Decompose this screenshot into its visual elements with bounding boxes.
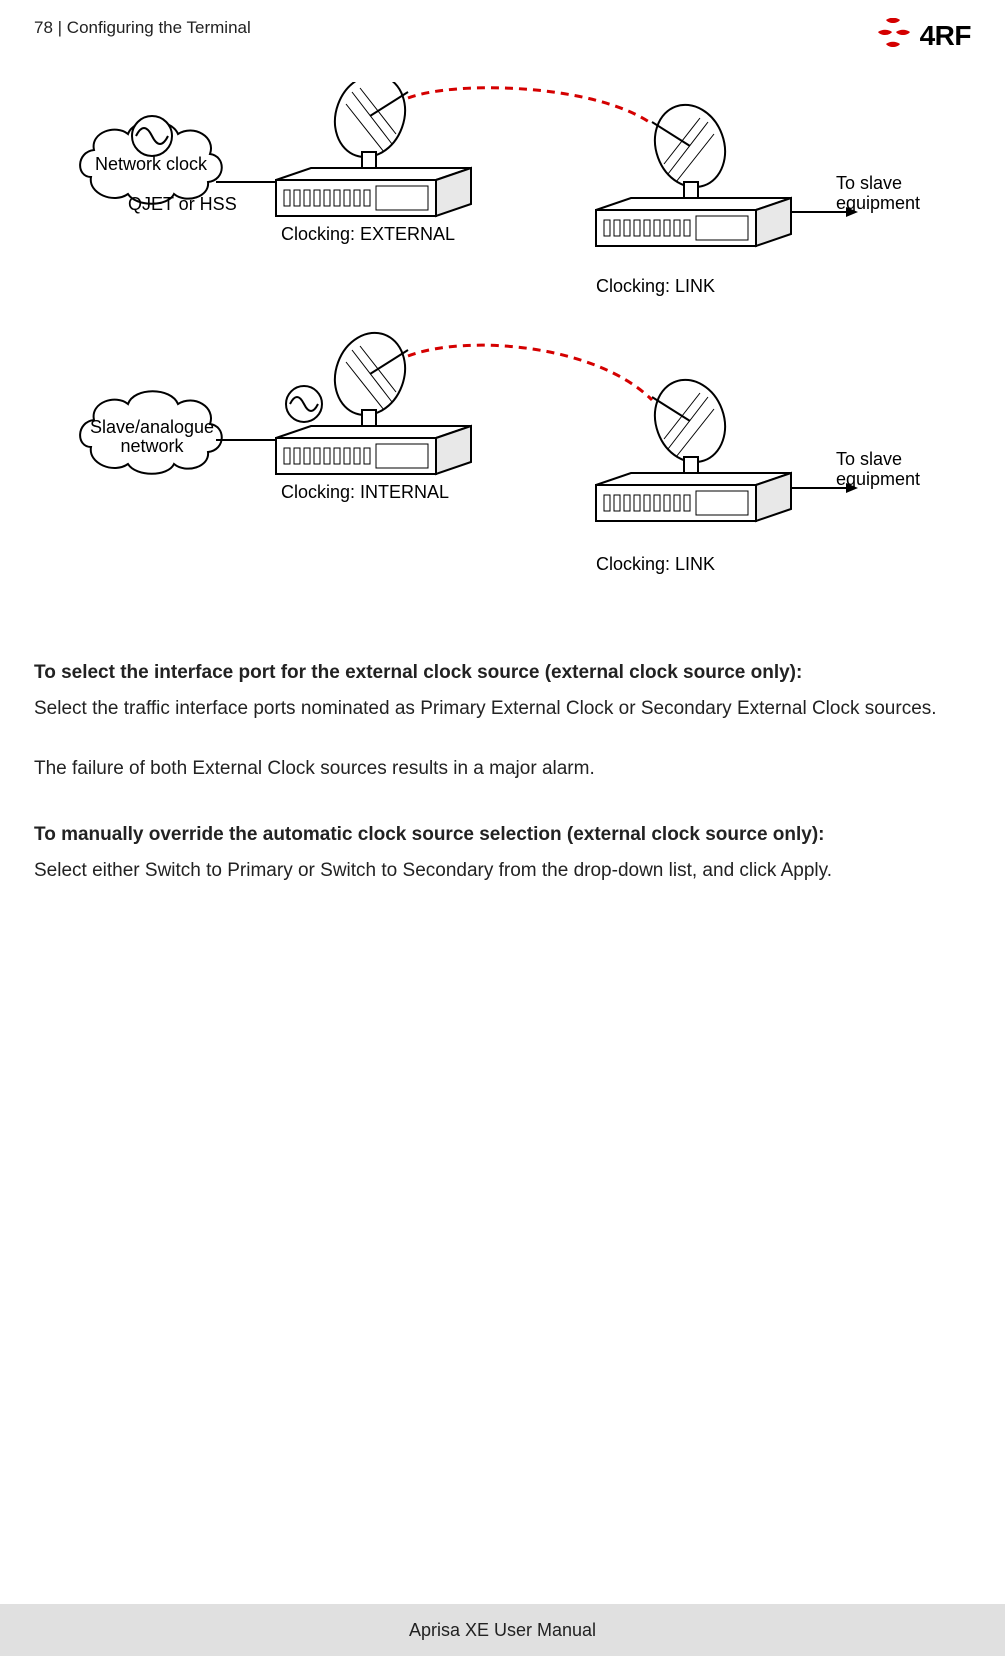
radio-top-right — [596, 95, 791, 246]
radio-top-left — [276, 82, 471, 216]
clocking-internal-label: Clocking: INTERNAL — [281, 482, 449, 503]
footer-text: Aprisa XE User Manual — [409, 1620, 596, 1641]
page: 78 | Configuring the Terminal 4RF — [0, 0, 1005, 1656]
paragraph-select-interface: Select the traffic interface ports nomin… — [34, 696, 971, 722]
paragraph-alarm: The failure of both External Clock sourc… — [34, 756, 971, 782]
rf-link-top — [408, 88, 652, 124]
brand-logo: 4RF — [876, 18, 971, 54]
page-header: 78 | Configuring the Terminal 4RF — [34, 18, 971, 60]
radio-bottom-left — [276, 323, 471, 474]
clocking-external-label: Clocking: EXTERNAL — [281, 224, 455, 245]
paragraph-manual-override: Select either Switch to Primary or Switc… — [34, 858, 971, 884]
to-slave-label-bottom: To slave equipment — [836, 450, 920, 490]
radio-bottom-right — [596, 370, 791, 521]
clocking-link-label-top: Clocking: LINK — [596, 276, 715, 297]
logo-text: 4RF — [920, 20, 971, 52]
page-number: 78 — [34, 18, 53, 37]
rf-link-bottom — [408, 345, 652, 400]
header-text: 78 | Configuring the Terminal — [34, 18, 251, 38]
qjet-hss-label: QJET or HSS — [128, 194, 237, 215]
to-slave-label-top: To slave equipment — [836, 174, 920, 214]
clocking-link-label-bottom: Clocking: LINK — [596, 554, 715, 575]
logo-icon — [876, 18, 916, 54]
page-footer: Aprisa XE User Manual — [0, 1604, 1005, 1656]
section-title: Configuring the Terminal — [67, 18, 251, 37]
terminal-clocking-diagram: Network clock QJET or HSS Clocking: EXTE… — [76, 82, 916, 620]
heading-manual-override: To manually override the automatic clock… — [34, 822, 971, 848]
heading-select-interface: To select the interface port for the ext… — [34, 660, 971, 686]
header-separator: | — [53, 18, 67, 37]
